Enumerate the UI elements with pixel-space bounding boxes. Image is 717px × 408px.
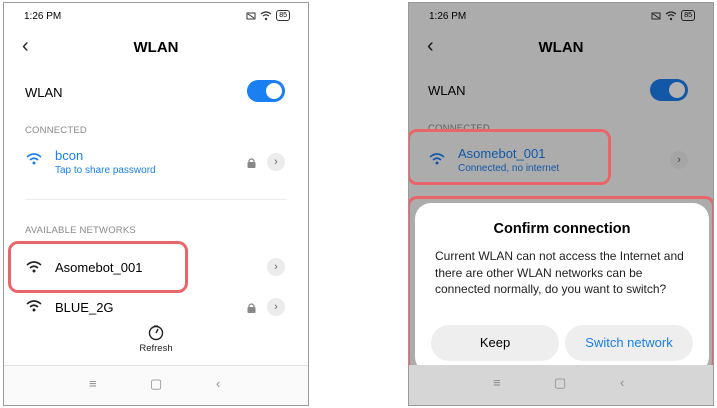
mute-icon <box>246 12 256 19</box>
status-time: 1:26 PM <box>24 11 62 22</box>
refresh-label: Refresh <box>139 343 173 354</box>
toggle-knob <box>266 83 282 99</box>
home-nav-button[interactable]: ▢ <box>554 375 566 391</box>
connected-network-subtitle: Tap to share password <box>55 165 156 176</box>
divider <box>25 199 287 200</box>
highlight-box <box>409 196 713 372</box>
highlight-box <box>409 129 611 185</box>
phone-screen-confirm-dialog: 1:26 PM 85 ‹ WLAN WLAN CONNECTED Asomebo… <box>408 2 714 406</box>
back-nav-button[interactable]: ‹ <box>620 375 624 390</box>
lock-icon <box>247 158 256 168</box>
refresh-button[interactable]: Refresh <box>4 325 308 354</box>
system-nav-bar: ≡ ▢ ‹ <box>409 365 713 405</box>
wlan-toggle[interactable] <box>247 80 285 102</box>
chevron-right-icon[interactable]: › <box>267 298 285 316</box>
status-bar: 1:26 PM 85 <box>4 9 308 25</box>
menu-nav-button[interactable]: ≡ <box>493 375 501 390</box>
wifi-icon <box>26 153 42 165</box>
page-title: WLAN <box>133 39 179 56</box>
wifi-icon <box>26 300 42 312</box>
refresh-icon <box>148 325 164 341</box>
chevron-right-icon[interactable]: › <box>267 153 285 171</box>
battery-icon: 85 <box>276 10 290 21</box>
lock-icon <box>247 303 256 313</box>
phone-screen-wlan-list: 1:26 PM 85 ‹ WLAN WLAN CONNECTED bcon Ta… <box>3 2 309 406</box>
connected-section-header: CONNECTED <box>25 125 87 136</box>
system-nav-bar: ≡ ▢ ‹ <box>4 365 308 405</box>
network-name: BLUE_2G <box>55 300 114 315</box>
highlight-box <box>8 241 188 293</box>
wifi-status-icon <box>260 10 272 20</box>
chevron-right-icon[interactable]: › <box>267 258 285 276</box>
menu-nav-button[interactable]: ≡ <box>89 376 97 391</box>
home-nav-button[interactable]: ▢ <box>150 376 162 392</box>
header: ‹ WLAN <box>4 33 308 63</box>
connected-network-name: bcon <box>55 148 84 163</box>
available-networks-header: AVAILABLE NETWORKS <box>25 225 136 236</box>
back-nav-button[interactable]: ‹ <box>216 376 220 391</box>
wlan-toggle-label: WLAN <box>25 85 63 100</box>
